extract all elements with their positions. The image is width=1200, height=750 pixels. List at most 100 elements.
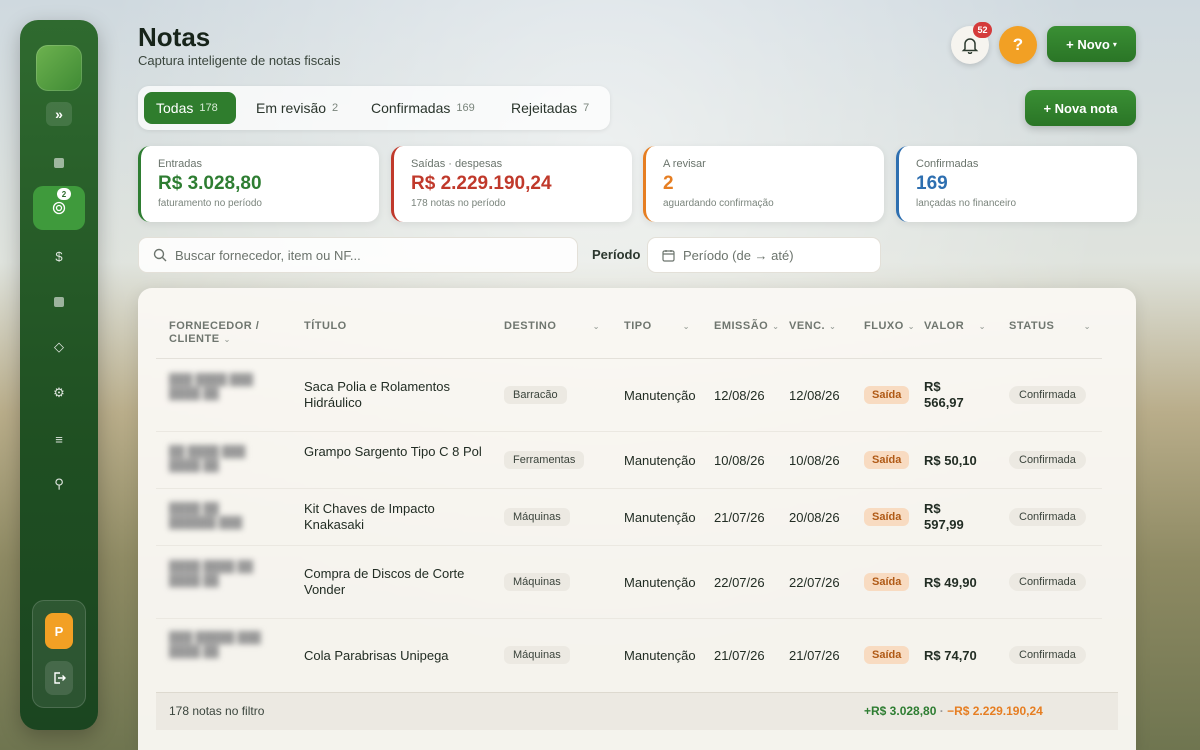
notas-badge: 2 bbox=[57, 188, 71, 200]
search-box bbox=[138, 237, 578, 273]
tipo: Manutenção bbox=[624, 648, 696, 663]
emissao: 10/08/26 bbox=[714, 453, 765, 468]
tab-count: 178 bbox=[199, 102, 218, 114]
sidebar-item-lista[interactable]: ≡ bbox=[33, 417, 85, 461]
note-title: Saca Polia e Rolamentos Hidráulico bbox=[304, 379, 450, 410]
col-fornecedor[interactable]: FORNECEDOR / CLIENTE ⌄ bbox=[169, 320, 279, 346]
kpi-value: R$ 2.229.190,24 bbox=[411, 173, 552, 194]
tab-label: Rejeitadas bbox=[511, 100, 578, 116]
destino-chip: Máquinas bbox=[504, 646, 570, 664]
help-button[interactable]: ? bbox=[999, 26, 1037, 64]
calendar-icon bbox=[662, 249, 675, 262]
logout-button[interactable] bbox=[45, 661, 73, 695]
tipo: Manutenção bbox=[624, 510, 696, 525]
avatar[interactable]: P bbox=[45, 613, 73, 649]
col-status[interactable]: STATUS ⌄ bbox=[1009, 320, 1091, 333]
status-badge: Confirmada bbox=[1009, 646, 1086, 664]
sidebar-item-notas[interactable]: 2 bbox=[33, 186, 85, 230]
logo[interactable] bbox=[36, 45, 82, 91]
status-badge: Confirmada bbox=[1009, 451, 1086, 469]
col-fluxo[interactable]: FLUXO ⌄ bbox=[864, 320, 915, 333]
valor: R$ 566,97 bbox=[924, 379, 964, 410]
kpi-label: Saídas · despesas bbox=[411, 158, 503, 170]
valor: R$ 597,99 bbox=[924, 501, 964, 532]
tab-em-revisao[interactable]: Em revisão 2 bbox=[244, 92, 350, 124]
fluxo-chip: Saída bbox=[864, 386, 910, 404]
footer-totals: +R$ 3.028,80 · −R$ 2.229.190,24 bbox=[864, 704, 1043, 718]
notes-table: FORNECEDOR / CLIENTE ⌄ TÍTULO DESTINO ⌄ TI… bbox=[138, 288, 1136, 750]
valor: R$ 50,10 bbox=[924, 453, 977, 468]
col-venc[interactable]: VENC. ⌄ bbox=[789, 320, 836, 333]
new-dropdown-button[interactable]: + Novo ▾ bbox=[1047, 26, 1136, 62]
kpi-confirmadas: Confirmadas 169 lançadas no financeiro bbox=[896, 146, 1137, 222]
tipo: Manutenção bbox=[624, 575, 696, 590]
emissao: 22/07/26 bbox=[714, 575, 765, 590]
kpi-label: A revisar bbox=[663, 158, 706, 170]
page-subtitle: Captura inteligente de notas fiscais bbox=[138, 53, 341, 68]
search-icon bbox=[153, 248, 167, 262]
col-tipo[interactable]: TIPO ⌄ bbox=[624, 320, 690, 333]
supplier-name: ████ ██ ██████ ███ bbox=[169, 503, 243, 529]
col-destino[interactable]: DESTINO ⌄ bbox=[504, 320, 600, 333]
sort-icon: ⌄ bbox=[1083, 322, 1091, 331]
col-header-label: TIPO bbox=[624, 320, 652, 332]
col-emissao[interactable]: EMISSÃO ⌄ bbox=[714, 320, 779, 333]
destino-chip: Máquinas bbox=[504, 508, 570, 526]
tab-count: 7 bbox=[583, 102, 590, 114]
sidebar-item-dashboard[interactable] bbox=[33, 141, 85, 185]
tab-confirmadas[interactable]: Confirmadas 169 bbox=[359, 92, 487, 124]
table-row[interactable]: ████ ██ ██████ ███ Kit Chaves de Impacto… bbox=[156, 489, 1102, 546]
col-header-label: FORNECEDOR / CLIENTE bbox=[169, 320, 260, 345]
valor: R$ 49,90 bbox=[924, 575, 977, 590]
table-row[interactable]: ███ █████ ███ ████ ██ Cola Parabrisas Un… bbox=[156, 619, 1102, 692]
table-footer: 178 notas no filtro +R$ 3.028,80 · −R$ 2… bbox=[156, 692, 1118, 730]
note-title: Kit Chaves de Impacto Knakasaki bbox=[304, 501, 435, 532]
vencimento: 22/07/26 bbox=[789, 575, 840, 590]
new-note-button[interactable]: + Nova nota bbox=[1025, 90, 1136, 126]
vencimento: 20/08/26 bbox=[789, 510, 840, 525]
logout-icon bbox=[54, 672, 66, 684]
sidebar-item-categorias[interactable]: ◇ bbox=[33, 325, 85, 369]
destino-chip: Ferramentas bbox=[504, 451, 585, 469]
sidebar: » 2 $ ◇ ⚙ ≡ ⚲ P bbox=[20, 20, 98, 730]
destino-chip: Máquinas bbox=[504, 573, 570, 591]
kpi-sub: faturamento no período bbox=[158, 198, 262, 209]
kpi-value: 169 bbox=[916, 173, 948, 194]
sort-icon: ⌄ bbox=[907, 322, 915, 331]
sort-icon: ⌄ bbox=[978, 322, 986, 331]
fluxo-chip: Saída bbox=[864, 508, 910, 526]
col-titulo[interactable]: TÍTULO bbox=[304, 320, 347, 333]
table-row[interactable]: ████ ████ ██ ████ ██ Compra de Discos de… bbox=[156, 546, 1102, 619]
sidebar-item-estoque[interactable] bbox=[33, 280, 85, 324]
supplier-name: ██ ████ ███ ████ ██ bbox=[169, 446, 246, 472]
target-icon bbox=[52, 201, 66, 215]
sort-icon: ⌄ bbox=[772, 322, 780, 331]
table-row[interactable]: ██ ████ ███ ████ ██ Grampo Sargento Tipo… bbox=[156, 432, 1102, 489]
page-title: Notas bbox=[138, 22, 211, 52]
col-header-label: DESTINO bbox=[504, 320, 557, 332]
period-input[interactable] bbox=[683, 247, 863, 263]
col-header-label: FLUXO bbox=[864, 320, 904, 332]
status-badge: Confirmada bbox=[1009, 386, 1086, 404]
table-row[interactable]: ███ ████ ███ ████ ██ Saca Polia e Rolame… bbox=[156, 359, 1102, 432]
col-valor[interactable]: VALOR ⌄ bbox=[924, 320, 986, 333]
sidebar-item-financeiro[interactable]: $ bbox=[33, 234, 85, 278]
menu-icon: ≡ bbox=[55, 431, 63, 447]
status-badge: Confirmada bbox=[1009, 508, 1086, 526]
emissao: 21/07/26 bbox=[714, 510, 765, 525]
tab-rejeitadas[interactable]: Rejeitadas 7 bbox=[499, 92, 601, 124]
fluxo-chip: Saída bbox=[864, 451, 910, 469]
search-input[interactable] bbox=[175, 247, 555, 263]
square-icon bbox=[54, 158, 64, 168]
tab-label: Todas bbox=[156, 100, 194, 116]
sidebar-item-configuracoes[interactable]: ⚙ bbox=[33, 371, 85, 415]
fluxo-chip: Saída bbox=[864, 573, 910, 591]
status-badge: Confirmada bbox=[1009, 573, 1086, 591]
sort-icon: ⌄ bbox=[592, 322, 600, 331]
footer-separator: · bbox=[936, 704, 948, 718]
expand-sidebar-button[interactable]: » bbox=[46, 102, 72, 126]
box-icon bbox=[54, 297, 64, 307]
sidebar-item-locais[interactable]: ⚲ bbox=[33, 462, 85, 506]
sort-icon: ⌄ bbox=[829, 322, 837, 331]
tab-todas[interactable]: Todas 178 bbox=[144, 92, 236, 124]
